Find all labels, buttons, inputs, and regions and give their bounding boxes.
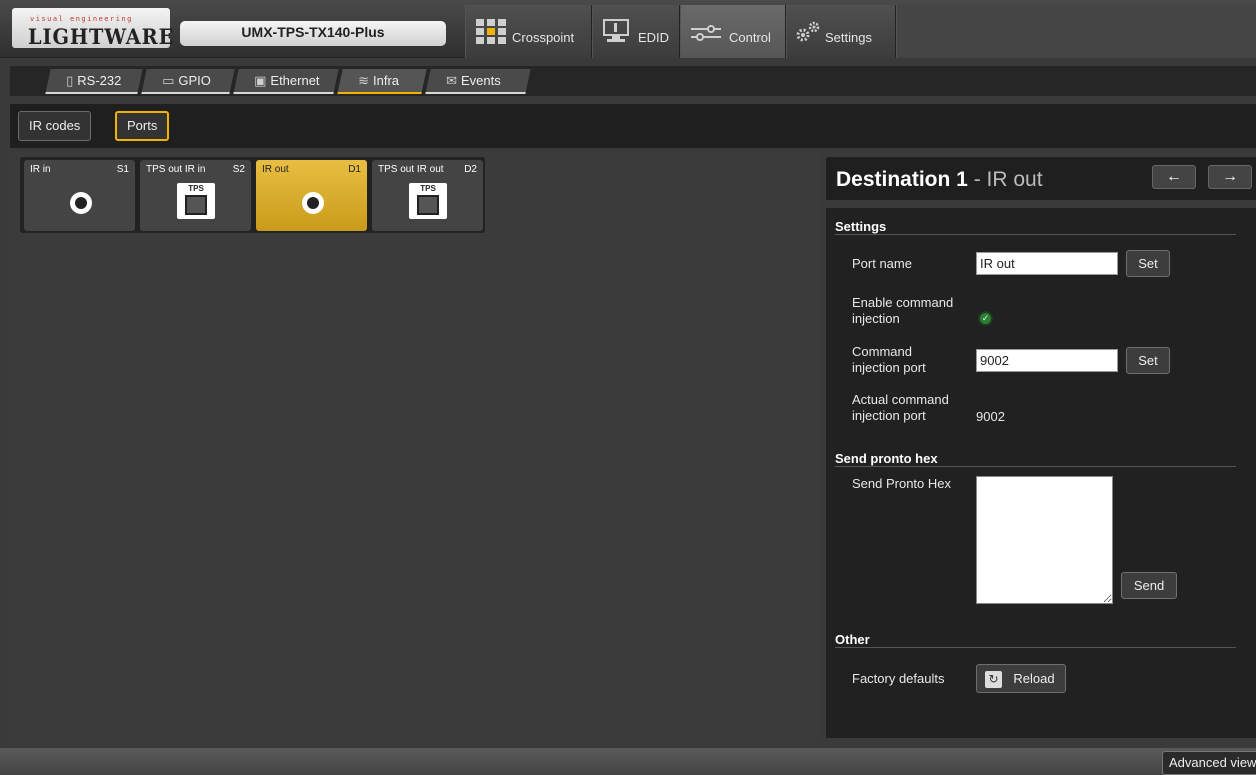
ir-codes-button[interactable]: IR codes: [18, 111, 92, 141]
ethernet-icon: ▣: [254, 73, 267, 88]
subtab-label: GPIO: [178, 73, 211, 88]
nav-tab-crosspoint[interactable]: Crosspoint: [465, 5, 592, 58]
arrow-left-icon: ←: [1166, 168, 1182, 185]
reload-label: Reload: [1013, 671, 1055, 686]
label-line: Command: [852, 344, 912, 359]
next-port-button[interactable]: →: [1208, 165, 1252, 189]
actual-port-value: 9002: [976, 409, 1005, 424]
main-content-area: [10, 152, 820, 743]
wifi-icon: ≋: [358, 73, 370, 88]
nav-tab-label: Crosspoint: [512, 30, 575, 45]
port-name: IR in: [30, 164, 51, 175]
panel-title: Destination 1 - IR out: [836, 168, 1043, 192]
device-name-label: UMX-TPS-TX140-Plus: [180, 21, 446, 46]
label-line: Actual command: [852, 392, 949, 407]
sliders-icon: [691, 25, 721, 44]
grid-icon: [476, 19, 506, 48]
port-name: TPS out IR out: [378, 164, 444, 175]
port-name: IR out: [262, 164, 289, 175]
subtab-rs232[interactable]: ▯ RS-232: [45, 69, 143, 94]
port-id: D1: [348, 164, 361, 175]
other-section-title: Other: [835, 632, 870, 647]
port-id: D2: [464, 164, 477, 175]
section-divider: [835, 647, 1236, 648]
port-name: TPS out IR in: [146, 164, 206, 175]
destination-panel-body: [826, 208, 1256, 738]
prev-port-button[interactable]: ←: [1152, 165, 1196, 189]
label-line: injection: [852, 311, 900, 326]
actual-port-label: Actual command injection port: [852, 392, 949, 424]
rj45-icon: TPS: [409, 183, 447, 219]
port-name-label: Port name: [852, 256, 912, 271]
port-id: S2: [232, 164, 245, 175]
logo-tagline: visual engineering: [30, 15, 133, 23]
top-header: visual engineering LIGHTWARE UMX-TPS-TX1…: [0, 0, 1256, 58]
nav-tab-settings[interactable]: Settings: [786, 5, 896, 58]
pronto-hex-textarea[interactable]: [976, 476, 1113, 604]
send-pronto-button[interactable]: Send: [1121, 572, 1177, 599]
subtab-gpio[interactable]: ▭ GPIO: [141, 69, 235, 94]
panel-title-separator: -: [967, 168, 987, 191]
rj45-socket: [185, 195, 207, 215]
ir-jack-icon: [302, 192, 324, 214]
label-line: Enable command: [852, 295, 954, 310]
port-tile-ir-in[interactable]: IR in S1: [24, 160, 135, 231]
port-name-set-button[interactable]: Set: [1126, 250, 1170, 277]
panel-title-main: Destination 1: [836, 168, 968, 191]
serial-icon: ▯: [66, 73, 74, 88]
port-tile-tps-out-ir-out[interactable]: TPS out IR out D2 TPS: [372, 160, 483, 231]
label-line: injection port: [852, 408, 926, 423]
enable-injection-label: Enable command injection: [852, 295, 953, 327]
section-divider: [835, 466, 1236, 467]
nav-tab-label: Settings: [825, 30, 872, 45]
nav-tab-control[interactable]: Control: [680, 5, 786, 58]
gears-icon: [795, 21, 821, 46]
subtab-label: Infra: [373, 73, 400, 88]
subtab-ethernet[interactable]: ▣ Ethernet: [233, 69, 339, 94]
nav-tab-label: Control: [729, 30, 771, 45]
destination-panel-header: Destination 1 - IR out ← →: [826, 157, 1256, 200]
infra-view-bar: IR codes Ports: [10, 104, 1256, 148]
command-port-input[interactable]: [976, 349, 1118, 372]
subtab-label: RS-232: [77, 73, 122, 88]
lightware-logo: visual engineering LIGHTWARE: [12, 8, 173, 49]
rj45-socket: [417, 195, 439, 215]
nav-tab-label: EDID: [638, 30, 670, 45]
reload-button[interactable]: ↻ Reload: [976, 664, 1066, 693]
subtab-infra[interactable]: ≋ Infra: [337, 69, 427, 94]
label-line: injection port: [852, 360, 926, 375]
monitor-icon: [603, 19, 629, 46]
control-subtab-bar: ▯ RS-232 ▭ GPIO ▣ Ethernet ≋ Infra ✉ Events: [10, 66, 1256, 96]
ports-button[interactable]: Ports: [115, 111, 170, 141]
advanced-view-button[interactable]: Advanced view: [1162, 751, 1256, 775]
arrow-right-icon: →: [1222, 168, 1238, 185]
subtab-label: Events: [461, 73, 501, 88]
nav-tab-edid[interactable]: EDID: [592, 5, 680, 58]
footer-bar: [0, 748, 1256, 775]
reload-icon: ↻: [985, 671, 1002, 688]
command-port-label: Command injection port: [852, 344, 926, 376]
enable-injection-checkbox[interactable]: ✓: [978, 311, 993, 326]
section-divider: [835, 234, 1236, 235]
factory-defaults-label: Factory defaults: [852, 671, 945, 686]
tps-label: TPS: [420, 184, 436, 193]
nav-filler: [896, 5, 1256, 58]
port-tile-tps-out-ir-in[interactable]: TPS out IR in S2 TPS: [140, 160, 251, 231]
port-tile-ir-out[interactable]: IR out D1: [256, 160, 367, 231]
pronto-label: Send Pronto Hex: [852, 476, 952, 491]
ir-jack-icon: [70, 192, 92, 214]
subtab-events[interactable]: ✉ Events: [425, 69, 531, 94]
command-port-set-button[interactable]: Set: [1126, 347, 1170, 374]
gpio-icon: ▭: [162, 73, 175, 88]
port-name-input[interactable]: [976, 252, 1118, 275]
rj45-icon: TPS: [177, 183, 215, 219]
events-icon: ✉: [446, 73, 458, 88]
logo-text: LIGHTWARE: [28, 24, 175, 49]
tps-label: TPS: [188, 184, 204, 193]
subtab-label: Ethernet: [270, 73, 320, 88]
settings-section-title: Settings: [835, 219, 887, 234]
pronto-section-title: Send pronto hex: [835, 451, 938, 466]
panel-title-sub: IR out: [986, 168, 1043, 191]
port-id: S1: [116, 164, 129, 175]
